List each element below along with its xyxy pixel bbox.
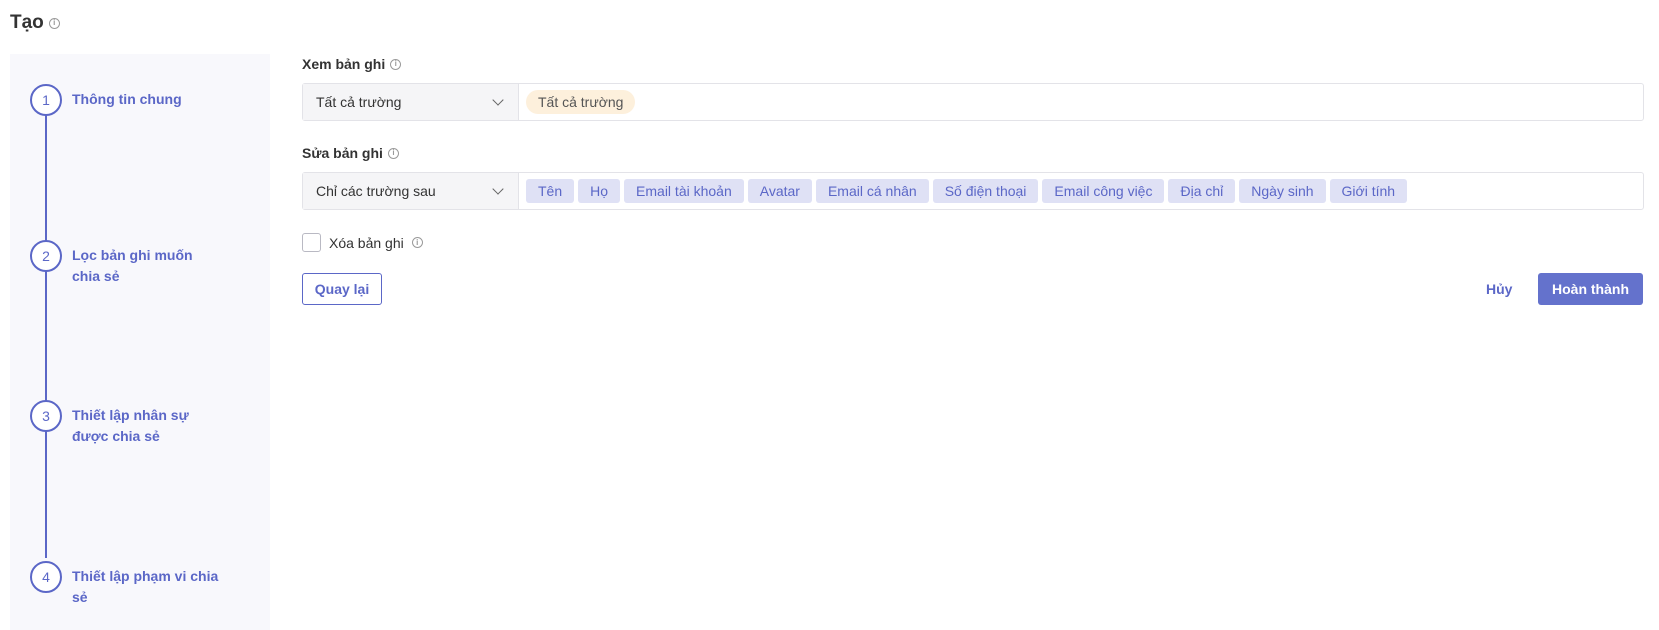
- edit-records-label-text: Sửa bản ghi: [302, 145, 383, 161]
- step-number: 4: [30, 561, 62, 593]
- chevron-down-icon: [492, 93, 504, 106]
- delete-records-checkbox[interactable]: [302, 233, 321, 252]
- view-records-label-text: Xem bản ghi: [302, 56, 386, 72]
- edit-records-label: Sửa bản ghi i: [302, 145, 399, 161]
- field-tag: Số điện thoại: [932, 179, 1039, 203]
- done-button[interactable]: Hoàn thành: [1538, 273, 1643, 305]
- step-1[interactable]: 1 Thông tin chung: [30, 84, 222, 116]
- field-tag: Họ: [578, 179, 621, 203]
- view-records-row: Tất cả trường Tất cả trường: [302, 83, 1644, 121]
- field-tag: Avatar: [747, 179, 812, 203]
- step-number: 1: [30, 84, 62, 116]
- info-icon[interactable]: i: [411, 237, 423, 248]
- step-number: 2: [30, 240, 62, 272]
- step-3[interactable]: 3 Thiết lập nhân sự được chia sẻ: [30, 400, 222, 447]
- step-label: Lọc bản ghi muốn chia sẻ: [72, 247, 193, 284]
- step-label: Thiết lập phạm vi chia sẻ: [72, 568, 219, 605]
- tag-all-fields: Tất cả trường: [526, 90, 636, 114]
- info-icon[interactable]: i: [48, 17, 60, 29]
- view-records-tags: Tất cả trường: [519, 84, 1643, 120]
- view-records-select[interactable]: Tất cả trường: [303, 84, 519, 120]
- field-tag: Địa chỉ: [1168, 179, 1236, 203]
- back-button[interactable]: Quay lại: [302, 273, 382, 305]
- stepper-line: [45, 102, 47, 558]
- info-icon[interactable]: i: [390, 58, 402, 70]
- step-number: 3: [30, 400, 62, 432]
- field-tag: Ngày sinh: [1239, 179, 1326, 203]
- edit-records-select-value: Chỉ các trường sau: [316, 183, 436, 199]
- edit-records-tags: Tên Họ Email tài khoản Avatar Email cá n…: [519, 173, 1643, 209]
- info-icon[interactable]: i: [387, 147, 399, 159]
- field-tag: Email cá nhân: [815, 179, 929, 203]
- delete-records-option: Xóa bản ghi i: [302, 233, 423, 252]
- step-2[interactable]: 2 Lọc bản ghi muốn chia sẻ: [30, 240, 222, 287]
- step-4[interactable]: 4 Thiết lập phạm vi chia sẻ: [30, 561, 222, 608]
- field-tag: Email công việc: [1042, 179, 1165, 203]
- cancel-button[interactable]: Hủy: [1486, 273, 1512, 305]
- delete-records-label: Xóa bản ghi: [329, 234, 404, 251]
- step-label: Thông tin chung: [72, 91, 182, 107]
- view-records-select-value: Tất cả trường: [316, 94, 402, 110]
- stepper-sidebar: [10, 54, 270, 630]
- page-title: Tạo: [10, 12, 44, 33]
- edit-records-row: Chỉ các trường sau Tên Họ Email tài khoả…: [302, 172, 1644, 210]
- view-records-label: Xem bản ghi i: [302, 56, 402, 72]
- field-tag: Email tài khoản: [624, 179, 744, 203]
- step-label: Thiết lập nhân sự được chia sẻ: [72, 407, 189, 444]
- edit-records-select[interactable]: Chỉ các trường sau: [303, 173, 519, 209]
- field-tag: Giới tính: [1329, 179, 1408, 203]
- chevron-down-icon: [492, 182, 504, 195]
- field-tag: Tên: [526, 179, 575, 203]
- page-header: Tạo i: [10, 12, 60, 34]
